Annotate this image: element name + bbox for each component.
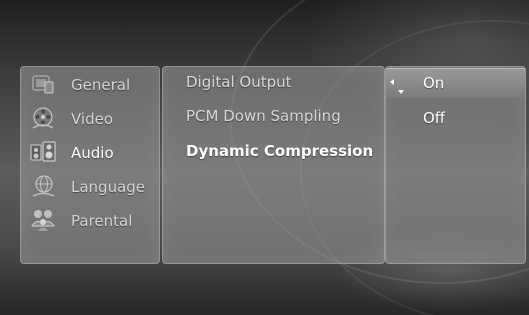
menu-item-label: Video — [71, 110, 114, 128]
speaker-icon — [29, 140, 57, 164]
globe-icon — [29, 174, 57, 198]
menu-item-language[interactable]: Language — [21, 173, 159, 203]
audio-settings-panel: Digital Output PCM Down Sampling Dynamic… — [162, 66, 385, 264]
menu-item-audio[interactable]: Audio — [21, 139, 159, 169]
menu-item-label: Language — [71, 178, 146, 196]
option-on[interactable]: On — [386, 68, 525, 98]
menu-item-general[interactable]: General — [21, 71, 159, 101]
setting-digital-output[interactable]: Digital Output — [186, 73, 292, 97]
family-icon — [29, 208, 57, 232]
arrow-left-icon — [390, 79, 394, 85]
general-settings-icon — [29, 72, 57, 96]
option-label: On — [423, 74, 445, 92]
setting-dynamic-compression[interactable]: Dynamic Compression — [186, 142, 373, 166]
film-reel-icon — [29, 106, 57, 130]
arrow-down-icon — [398, 90, 404, 94]
category-menu-panel: General Video Audio Language Parental — [20, 66, 160, 264]
option-label: Off — [423, 109, 446, 127]
menu-item-label: General — [71, 76, 131, 94]
menu-item-label: Audio — [71, 144, 114, 162]
option-values-panel: On Off — [385, 66, 526, 264]
option-off[interactable]: Off — [386, 103, 525, 133]
menu-item-parental[interactable]: Parental — [21, 207, 159, 237]
menu-item-video[interactable]: Video — [21, 105, 159, 135]
setting-pcm-down-sampling[interactable]: PCM Down Sampling — [186, 107, 341, 131]
setup-menu-screen: General Video Audio Language Parental Di… — [0, 0, 529, 315]
menu-item-label: Parental — [71, 212, 133, 230]
